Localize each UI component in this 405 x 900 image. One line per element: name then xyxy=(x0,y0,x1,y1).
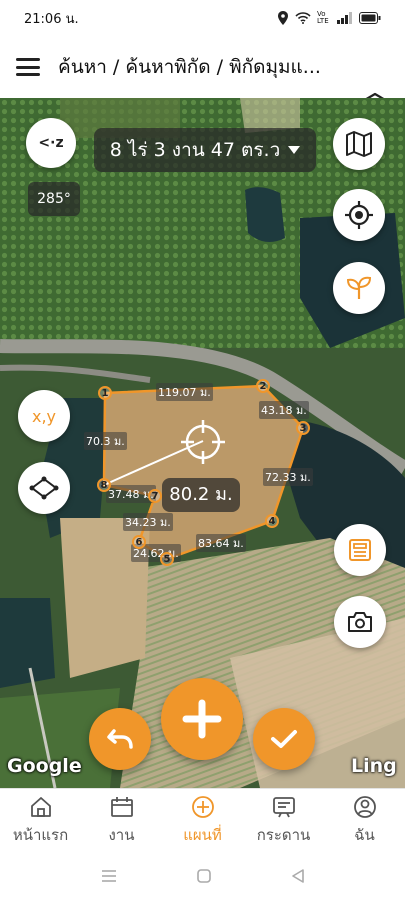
segment-label: 83.64 ม. xyxy=(196,534,246,552)
vertex-marker[interactable]: 8 xyxy=(97,478,111,492)
nav-board[interactable]: กระดาน xyxy=(243,789,324,853)
board-icon xyxy=(272,797,295,818)
camera-icon xyxy=(348,612,372,632)
polygon-icon xyxy=(29,476,59,500)
vertex-marker[interactable]: 4 xyxy=(265,514,279,528)
check-icon xyxy=(271,730,297,748)
nav-label: หน้าแรก xyxy=(12,826,69,844)
menu-icon[interactable] xyxy=(16,58,40,76)
segment-label: 119.07 ม. xyxy=(156,383,213,401)
nav-home[interactable]: หน้าแรก xyxy=(0,789,81,853)
back-icon[interactable] xyxy=(291,869,305,883)
status-bar: 21:06 น. Vo LTE xyxy=(0,0,405,36)
undo-icon xyxy=(107,729,133,749)
nav-map[interactable]: แผนที่ xyxy=(162,789,243,853)
wifi-icon xyxy=(295,12,311,24)
breadcrumb: ค้นหา / ค้นหาพิกัด / พิกัดมุมแ... xyxy=(58,56,321,78)
calculator-icon xyxy=(349,539,371,561)
nav-label: ฉัน xyxy=(354,826,375,844)
xy-label: x,y xyxy=(31,406,57,426)
add-circle-icon xyxy=(191,796,214,818)
area-selector[interactable]: 8 ไร่ 3 งาน 47 ตร.ว xyxy=(94,128,316,172)
report-button[interactable] xyxy=(334,524,386,576)
map-icon xyxy=(346,131,372,157)
xy-coordinate-button[interactable]: x,y xyxy=(18,390,70,442)
status-time: 21:06 น. xyxy=(24,11,79,27)
distance-label: 80.2 ม. xyxy=(162,478,240,512)
bottom-navigation: หน้าแรก งาน แผนที่ กระดาน ฉัน xyxy=(0,788,405,853)
compass-label: <·z xyxy=(38,135,64,151)
map-view[interactable]: 119.07 ม. 43.18 ม. 72.33 ม. 83.64 ม. 24.… xyxy=(0,98,405,788)
my-location-button[interactable] xyxy=(333,189,385,241)
recent-apps-icon[interactable] xyxy=(101,869,117,883)
plus-icon xyxy=(182,699,222,739)
ling-logo: Ling xyxy=(351,755,397,777)
compass-button[interactable]: <·z xyxy=(26,118,76,168)
calendar-icon xyxy=(110,797,133,817)
vertex-marker[interactable]: 7 xyxy=(148,489,162,503)
location-icon xyxy=(278,11,288,25)
profile-icon xyxy=(353,796,376,818)
nav-profile[interactable]: ฉัน xyxy=(324,789,405,853)
vertex-marker[interactable]: 3 xyxy=(296,421,310,435)
chevron-down-icon xyxy=(288,146,301,154)
undo-button[interactable] xyxy=(89,708,151,770)
status-icons: Vo LTE xyxy=(277,11,381,25)
nav-label: แผนที่ xyxy=(183,826,222,844)
vertex-marker[interactable]: 2 xyxy=(256,379,270,393)
segment-label: 72.33 ม. xyxy=(263,468,313,486)
vertex-marker[interactable]: 6 xyxy=(132,535,146,549)
segment-label: 34.23 ม. xyxy=(123,513,173,531)
sprout-icon xyxy=(346,276,372,299)
battery-icon xyxy=(359,12,381,24)
nav-label: งาน xyxy=(108,826,135,844)
crosshair-icon xyxy=(181,420,225,464)
plant-button[interactable] xyxy=(333,262,385,314)
system-navigation xyxy=(0,852,405,900)
vertex-marker[interactable]: 1 xyxy=(98,386,112,400)
map-type-button[interactable] xyxy=(333,118,385,170)
add-point-button[interactable] xyxy=(161,678,243,760)
home-icon xyxy=(30,797,51,817)
polygon-tool-button[interactable] xyxy=(18,462,70,514)
vertex-marker[interactable]: 5 xyxy=(160,552,174,566)
nav-tasks[interactable]: งาน xyxy=(81,789,162,853)
segment-label: 43.18 ม. xyxy=(259,401,309,419)
google-logo: Google xyxy=(7,755,82,777)
segment-label: 70.3 ม. xyxy=(84,432,127,450)
nav-label: กระดาน xyxy=(256,826,311,844)
confirm-button[interactable] xyxy=(253,708,315,770)
area-text: 8 ไร่ 3 งาน 47 ตร.ว xyxy=(109,139,281,161)
bearing-badge: 285° xyxy=(28,182,80,216)
home-button-icon[interactable] xyxy=(196,869,211,883)
network-label: Vo LTE xyxy=(317,10,329,25)
signal-icon xyxy=(337,12,352,24)
target-icon xyxy=(345,201,373,229)
camera-button[interactable] xyxy=(334,596,386,648)
app-header: ค้นหา / ค้นหาพิกัด / พิกัดมุมแ... xyxy=(0,36,405,116)
